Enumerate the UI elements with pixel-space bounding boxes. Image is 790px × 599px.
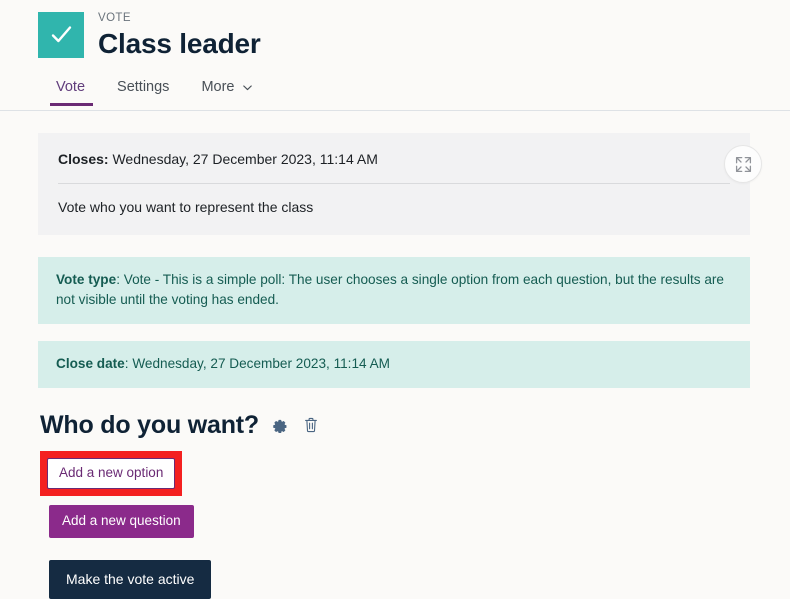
tab-more-label: More [201, 79, 235, 95]
chevron-down-icon [242, 78, 252, 96]
vote-type-value: Vote - This is a simple poll: The user c… [56, 272, 724, 307]
closes-line: Closes: Wednesday, 27 December 2023, 11:… [58, 149, 730, 169]
question-header-row: Who do you want? [38, 410, 750, 440]
vote-type-label: Vote type [56, 272, 117, 287]
activity-type-label: VOTE [98, 12, 131, 24]
activity-page: VOTE Class leader Vote Settings More Clo… [0, 0, 790, 599]
tab-settings-label: Settings [117, 79, 170, 95]
close-date-label: Close date [56, 356, 125, 371]
close-date-value: Wednesday, 27 December 2023, 11:14 AM [132, 356, 390, 371]
tab-vote-label: Vote [56, 79, 86, 95]
make-vote-active-button[interactable]: Make the vote active [49, 560, 212, 599]
question-title: Who do you want? [40, 411, 259, 439]
vote-type-separator: : [116, 272, 124, 287]
add-option-highlight: Add a new option [40, 451, 183, 496]
close-date-box: Close date: Wednesday, 27 December 2023,… [38, 341, 750, 388]
closes-label: Closes: [58, 151, 109, 167]
trash-icon[interactable] [304, 417, 318, 433]
add-new-option-button[interactable]: Add a new option [47, 458, 176, 489]
page-title: Class leader [98, 28, 261, 59]
tab-list: Vote Settings More [50, 78, 790, 110]
add-question-row: Add a new question [38, 496, 750, 538]
vote-type-box: Vote type: Vote - This is a simple poll:… [38, 257, 750, 324]
closes-value: Wednesday, 27 December 2023, 11:14 AM [112, 151, 378, 167]
header-text: VOTE Class leader [98, 10, 261, 60]
check-icon [38, 12, 84, 58]
add-new-question-button[interactable]: Add a new question [49, 505, 194, 538]
tab-more[interactable]: More [185, 78, 267, 105]
gear-icon[interactable] [273, 418, 288, 433]
make-active-row: Make the vote active [38, 538, 750, 599]
tab-bar: Vote Settings More [0, 78, 790, 111]
page-header: VOTE Class leader [0, 0, 790, 60]
intro-divider [58, 183, 730, 184]
activity-description: Vote who you want to represent the class [58, 199, 314, 215]
tab-vote[interactable]: Vote [50, 78, 101, 106]
activity-intro-box: Closes: Wednesday, 27 December 2023, 11:… [38, 133, 762, 235]
main-content: Closes: Wednesday, 27 December 2023, 11:… [0, 111, 790, 599]
tab-settings[interactable]: Settings [101, 78, 185, 105]
expand-arrows-icon[interactable] [724, 145, 762, 183]
